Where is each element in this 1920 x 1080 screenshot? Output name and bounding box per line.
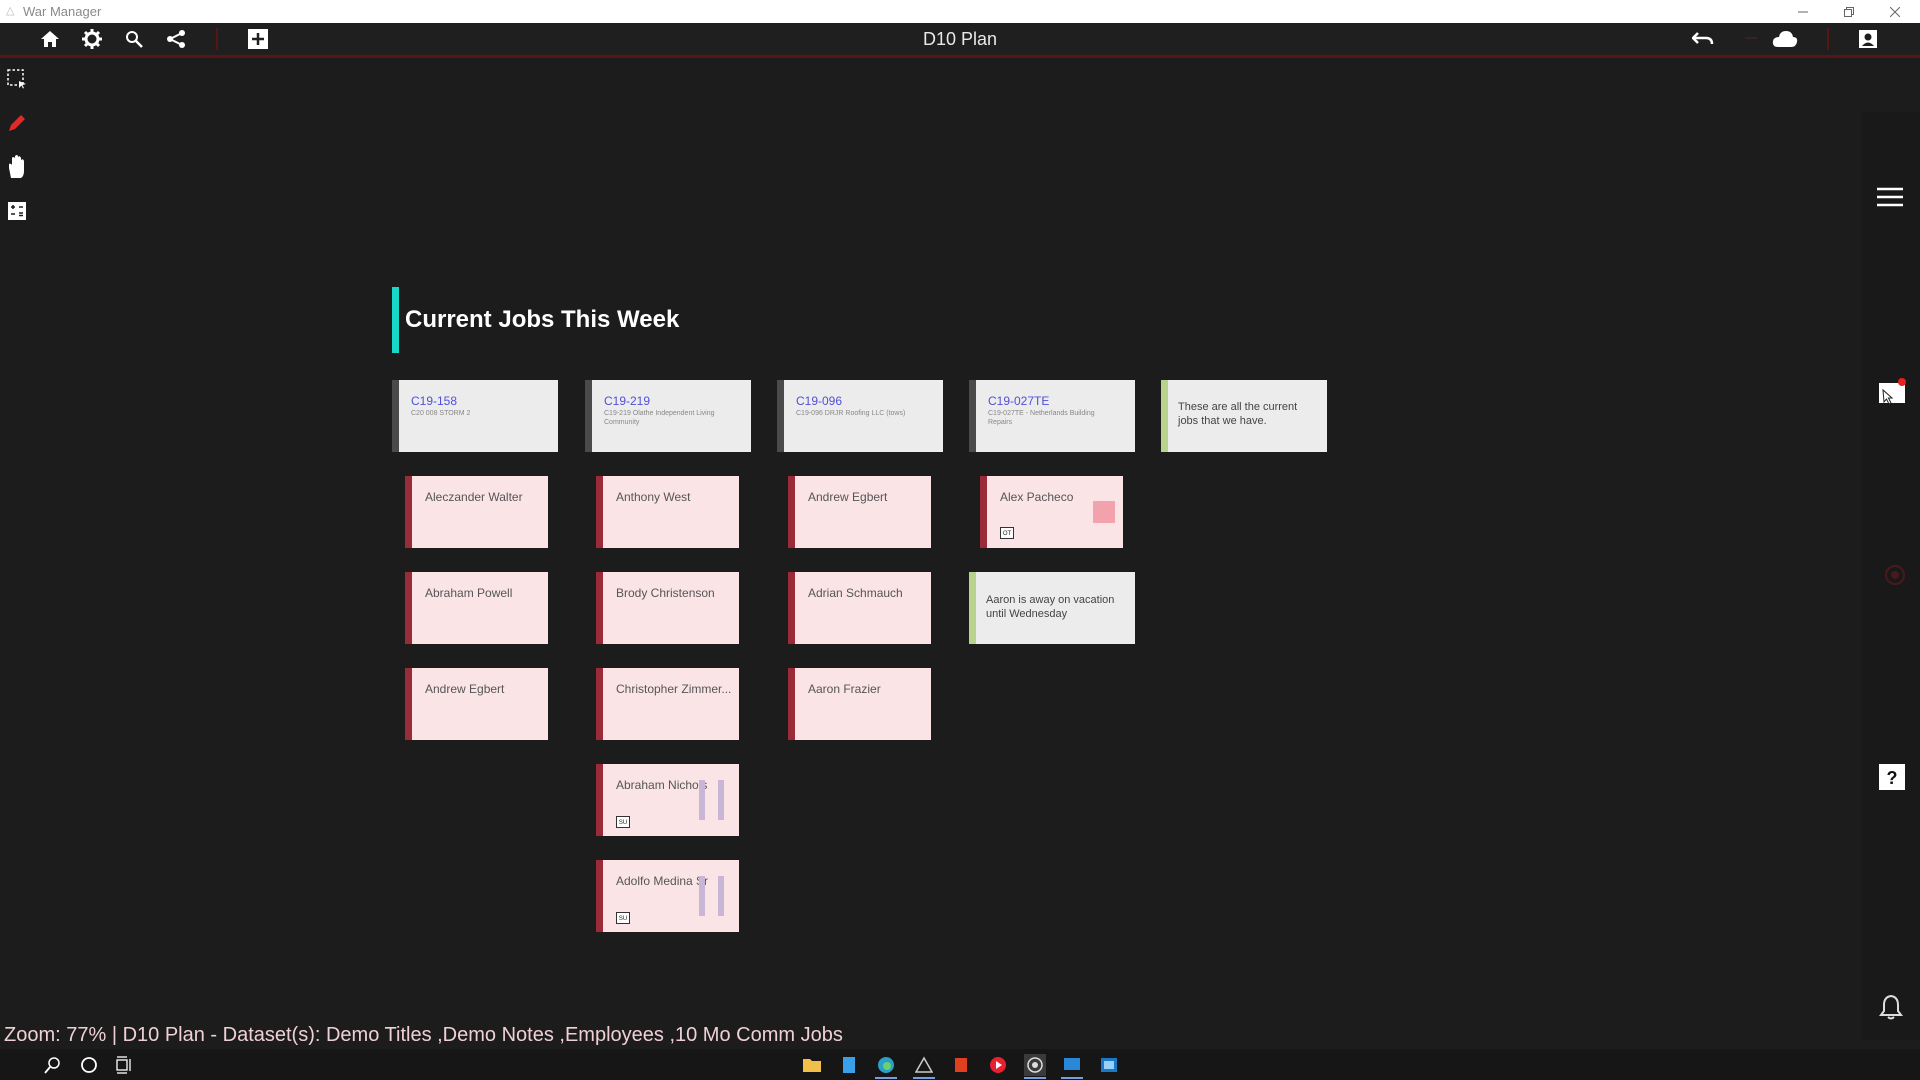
employee-card[interactable]: Adrian Schmauch — [788, 572, 931, 644]
task-view-icon[interactable] — [114, 1054, 136, 1076]
bell-icon[interactable] — [1879, 994, 1903, 1020]
note-card[interactable]: These are all the current jobs that we h… — [1161, 380, 1327, 452]
su-badge: SU — [616, 912, 630, 924]
target-indicator-icon — [1884, 564, 1906, 586]
toolbar-divider — [216, 28, 218, 50]
search-icon[interactable] — [121, 27, 147, 51]
job-description: C19-027TE - Netherlands Building Repairs — [988, 410, 1095, 426]
gear-icon[interactable] — [79, 27, 105, 51]
employee-name: Aleczander Walter — [425, 490, 523, 504]
employee-name: Adolfo Medina Sr — [616, 874, 709, 888]
employee-name: Abraham Nichols — [616, 778, 708, 792]
right-side-panel: ? — [1862, 112, 1920, 1040]
app-title: War Manager — [23, 4, 102, 19]
employee-card[interactable]: Aleczander Walter — [405, 476, 548, 548]
ot-badge: OT — [1000, 527, 1014, 539]
status-bar-mark — [699, 876, 705, 916]
remote-desktop-icon[interactable] — [1061, 1054, 1083, 1079]
job-card[interactable]: C19-219 C19-219 Olathe Independent Livin… — [585, 380, 751, 452]
add-icon[interactable] — [245, 27, 271, 51]
status-bar-mark — [699, 780, 705, 820]
employee-name: Abraham Powell — [425, 586, 513, 600]
job-card[interactable]: C19-158 C20 008 STORM 2 — [392, 380, 558, 452]
job-description: C19-096 DRJR Roofing LLC (tows) — [796, 410, 906, 417]
restore-button[interactable] — [1826, 0, 1872, 23]
note-text: These are all the current jobs that we h… — [1178, 401, 1298, 427]
note-card[interactable]: Aaron is away on vacation until Wednesda… — [969, 572, 1135, 644]
su-badge: SU — [616, 816, 630, 828]
section-accent-bar — [392, 287, 399, 353]
running-indicator — [1024, 1077, 1046, 1079]
file-explorer-icon[interactable] — [801, 1054, 823, 1076]
employee-name: Andrew Egbert — [425, 682, 505, 696]
employee-card[interactable]: Abraham Powell — [405, 572, 548, 644]
document-app-icon[interactable] — [838, 1054, 860, 1076]
photos-app-icon[interactable] — [1098, 1054, 1120, 1076]
status-bar-mark — [718, 876, 724, 916]
status-bar-text: Zoom: 77% | D10 Plan - Dataset(s): Demo … — [4, 1024, 843, 1046]
running-indicator — [875, 1077, 897, 1079]
screen-recorder-icon[interactable] — [1024, 1054, 1046, 1079]
app-logo-icon: △ — [6, 5, 15, 17]
employee-name: Brody Christenson — [616, 586, 715, 600]
employee-card[interactable]: Aaron Frazier — [788, 668, 931, 740]
calculator-icon[interactable] — [4, 198, 30, 224]
employee-card[interactable]: Abraham Nichols SU — [596, 764, 739, 836]
job-card[interactable]: C19-027TE C19-027TE - Netherlands Buildi… — [969, 380, 1135, 452]
job-card[interactable]: C19-096 C19-096 DRJR Roofing LLC (tows) — [777, 380, 943, 452]
job-id[interactable]: C19-027TE — [988, 394, 1049, 408]
undo-icon[interactable] — [1690, 27, 1716, 51]
status-square-mark — [1093, 501, 1115, 523]
left-tool-palette — [0, 58, 34, 238]
document-title: D10 Plan — [922, 29, 998, 49]
job-id[interactable]: C19-096 — [796, 394, 842, 408]
employee-name: Andrew Egbert — [808, 490, 888, 504]
svg-text:?: ? — [1887, 768, 1898, 788]
taskbar-search-icon[interactable] — [42, 1054, 64, 1076]
employee-card[interactable]: Andrew Egbert — [788, 476, 931, 548]
cortana-icon[interactable] — [78, 1054, 100, 1076]
pencil-icon[interactable] — [4, 110, 30, 136]
os-taskbar — [0, 1049, 1920, 1080]
section-title: Current Jobs This Week — [405, 306, 680, 333]
employee-name: Alex Pacheco — [1000, 490, 1074, 504]
hand-icon[interactable] — [4, 154, 30, 180]
employee-card[interactable]: Christopher Zimmer... — [596, 668, 739, 740]
home-icon[interactable] — [37, 27, 63, 51]
employee-name: Aaron Frazier — [808, 682, 881, 696]
employee-name: Anthony West — [616, 490, 691, 504]
main-toolbar: D10 Plan — [0, 23, 1920, 58]
share-icon[interactable] — [163, 27, 189, 51]
media-player-icon[interactable] — [987, 1054, 1009, 1076]
running-indicator — [913, 1077, 935, 1079]
status-bar-mark — [718, 780, 724, 820]
running-indicator — [1061, 1077, 1083, 1079]
close-window-button[interactable] — [1872, 0, 1918, 23]
employee-card[interactable]: Adolfo Medina Sr SU — [596, 860, 739, 932]
menu-icon[interactable] — [1876, 186, 1904, 208]
minimize-button[interactable] — [1780, 0, 1826, 23]
employee-card[interactable]: Brody Christenson — [596, 572, 739, 644]
war-manager-taskbar-icon[interactable] — [913, 1054, 935, 1079]
employee-card[interactable]: Alex Pacheco OT — [980, 476, 1123, 548]
cloud-icon[interactable] — [1772, 27, 1798, 51]
employee-card[interactable]: Anthony West — [596, 476, 739, 548]
profile-icon[interactable] — [1855, 27, 1881, 51]
job-description: C19-219 Olathe Independent Living Commun… — [604, 410, 715, 426]
office-app-icon[interactable] — [950, 1054, 972, 1076]
job-id[interactable]: C19-219 — [604, 394, 650, 408]
help-icon[interactable]: ? — [1878, 763, 1906, 791]
toolbar-divider — [1827, 28, 1829, 50]
mail-icon[interactable] — [1878, 378, 1908, 406]
job-description: C20 008 STORM 2 — [411, 410, 471, 417]
select-icon[interactable] — [4, 66, 30, 92]
redo-icon — [1735, 27, 1761, 51]
window-titlebar: △ War Manager — [0, 0, 1920, 23]
employee-name: Adrian Schmauch — [808, 586, 903, 600]
note-text: Aaron is away on vacation until Wednesda… — [986, 594, 1115, 620]
employee-name: Christopher Zimmer... — [616, 682, 732, 696]
edge-browser-icon[interactable] — [875, 1054, 897, 1079]
job-id[interactable]: C19-158 — [411, 394, 457, 408]
employee-card[interactable]: Andrew Egbert — [405, 668, 548, 740]
